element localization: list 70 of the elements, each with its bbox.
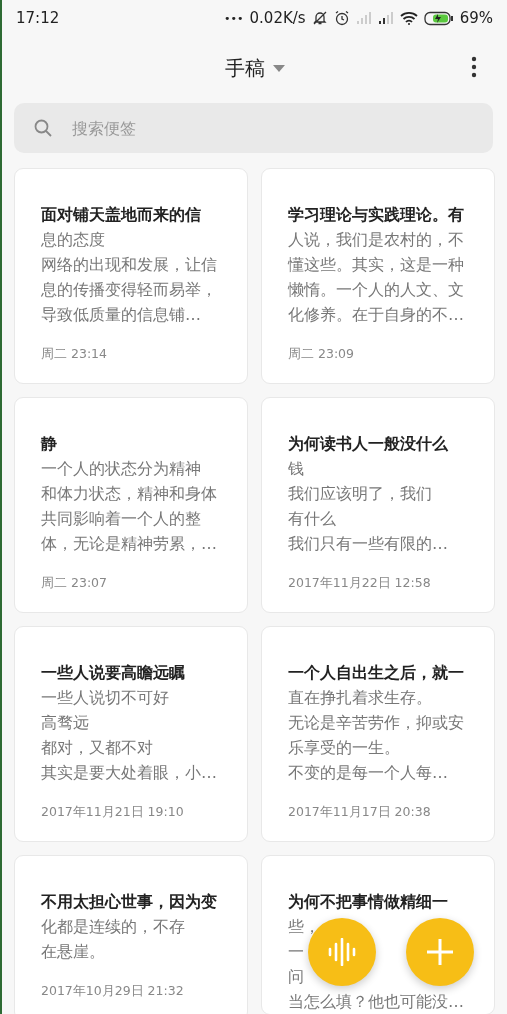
note-title: 一个人自出生之后，就一 — [288, 662, 465, 684]
note-text: 化修养。在于自身的不… — [288, 304, 464, 326]
clock-time: 17:12 — [16, 9, 60, 27]
note-text: 导致低质量的信息铺… — [41, 304, 201, 326]
signal-icon — [377, 11, 394, 25]
note-text: 其实是要大处着眼，小… — [41, 762, 217, 784]
battery-percent: 69% — [459, 9, 493, 27]
note-text: 懂这些。其实，这是一种 — [288, 254, 464, 276]
note-card[interactable]: 学习理论与实践理论。有 人说，我们是农村的，不 懂这些。其实，这是一种 懒惰。一个人的人文、文 化修养。在于自身的不… 周二 23:09 — [261, 168, 495, 384]
note-text: 问 — [288, 966, 304, 988]
note-card[interactable]: 静 一个人的状态分为精神 和体力状态，精神和身体 共同影响着一个人的整 体，无论是精神劳累，… 周二 23:07 — [14, 397, 248, 613]
note-card[interactable]: 面对铺天盖地而来的信 息的态度 网络的出现和发展，让信 息的传播变得轻而易举， 导致低质量的信息铺… 周二 23:14 — [14, 168, 248, 384]
note-text: 有什么 — [288, 508, 336, 530]
note-date: 2017年11月21日 19:10 — [41, 804, 185, 820]
note-text: 和体力状态，精神和身体 — [41, 483, 217, 505]
network-speed: 0.02K/s — [249, 9, 306, 27]
search-input[interactable]: 搜索便签 — [70, 117, 473, 139]
note-text: 网络的出现和发展，让信 — [41, 254, 217, 276]
note-text: 共同影响着一个人的整 — [41, 508, 201, 530]
sound-wave-icon — [327, 938, 357, 966]
note-text: 钱 — [288, 458, 304, 480]
note-text: 都对，又都不对 — [41, 737, 153, 759]
note-text: 乐享受的一生。 — [288, 737, 400, 759]
note-text: 懒惰。一个人的人文、文 — [288, 279, 464, 301]
note-date: 周二 23:14 — [41, 346, 108, 362]
note-title: 学习理论与实践理论。有 — [288, 204, 465, 226]
battery-icon — [423, 10, 454, 26]
note-text: 些， — [288, 916, 320, 938]
wifi-icon — [399, 11, 418, 25]
note-text: 人说，我们是农村的，不 — [288, 229, 464, 251]
note-text: 一个人的状态分为精神 — [41, 458, 201, 480]
note-text: 我们应该明了，我们 — [288, 483, 432, 505]
note-text: 我们只有一些有限的… — [288, 533, 448, 555]
note-text: 高骛远 — [41, 712, 89, 734]
note-card[interactable]: 一个人自出生之后，就一 直在挣扎着求生存。 无论是辛苦劳作，抑或安 乐享受的一生。 不变的是每一个人每… 2017年11月17日 20:38 — [261, 626, 495, 842]
note-text: 一些人说切不可好 — [41, 687, 169, 709]
note-title: 为何不把事情做精细一 — [288, 891, 449, 913]
note-date: 周二 23:09 — [288, 346, 355, 362]
note-text: 息的传播变得轻而易举， — [41, 279, 217, 301]
note-date: 2017年10月29日 21:32 — [41, 983, 185, 999]
note-title: 一些人说要高瞻远瞩 — [41, 662, 186, 684]
note-date: 2017年11月22日 12:58 — [288, 575, 432, 591]
dropdown-caret-icon[interactable] — [272, 64, 285, 72]
note-text: 息的态度 — [41, 229, 105, 251]
note-text: 不变的是每一个人每… — [288, 762, 448, 784]
search-icon — [34, 119, 52, 137]
note-title: 静 — [41, 433, 58, 455]
note-card[interactable]: 不用太担心世事，因为变 化都是连续的，不存 在悬崖。 2017年10月29日 21:32 — [14, 855, 248, 1014]
note-text: 一 — [288, 941, 304, 963]
note-date: 周二 23:07 — [41, 575, 108, 591]
more-menu-icon[interactable] — [471, 56, 477, 78]
note-title: 不用太担心世事，因为变 — [41, 891, 218, 913]
note-card[interactable]: 一些人说要高瞻远瞩 一些人说切不可好 高骛远 都对，又都不对 其实是要大处着眼，小… 2017年11月21日 19:10 — [14, 626, 248, 842]
more-dots: ••• — [224, 11, 244, 25]
note-text: 直在挣扎着求生存。 — [288, 687, 432, 709]
note-text: 在悬崖。 — [41, 941, 105, 963]
folder-title[interactable]: 手稿 — [224, 54, 265, 82]
note-text: 化都是连续的，不存 — [41, 916, 185, 938]
note-title: 面对铺天盖地而来的信 — [41, 204, 202, 226]
note-card[interactable]: 为何读书人一般没什么 钱 我们应该明了，我们 有什么 我们只有一些有限的… 2017年11月22日 12:58 — [261, 397, 495, 613]
plus-icon — [426, 938, 454, 966]
note-date: 2017年11月17日 20:38 — [288, 804, 432, 820]
search-field[interactable]: 搜索便签 — [14, 103, 493, 153]
note-text: 体，无论是精神劳累，… — [41, 533, 217, 555]
signal-icon — [355, 11, 372, 25]
bell-off-icon — [311, 10, 328, 26]
alarm-icon — [333, 10, 350, 26]
note-text: 当怎么填？他也可能没… — [288, 991, 464, 1013]
note-text: 无论是辛苦劳作，抑或安 — [288, 712, 464, 734]
note-title: 为何读书人一般没什么 — [288, 433, 449, 455]
